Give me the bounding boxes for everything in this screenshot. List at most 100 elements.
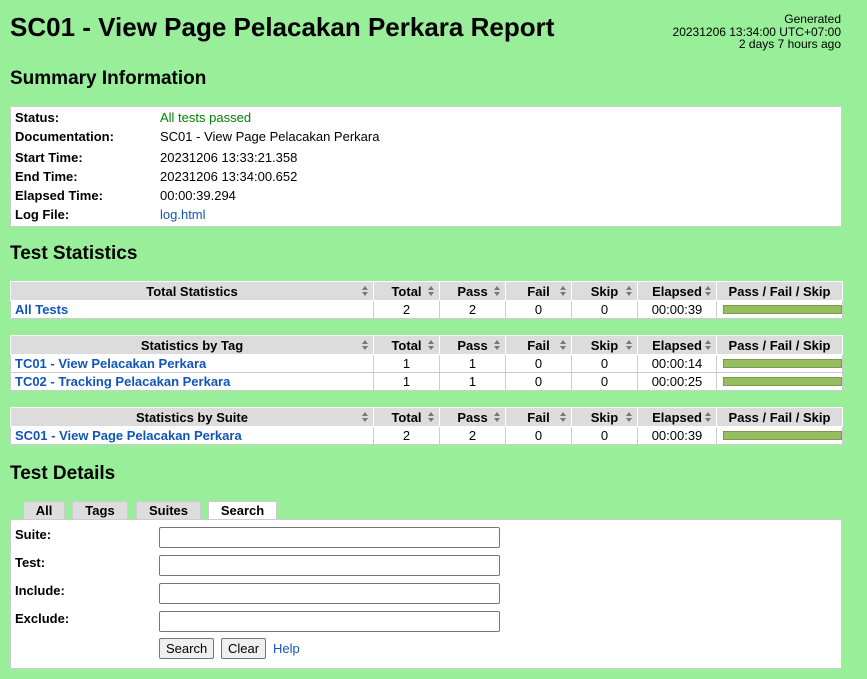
- stat-total: 1: [373, 372, 440, 391]
- stat-fail: 0: [505, 354, 572, 373]
- sort-icon: [494, 286, 501, 296]
- details-heading: Test Details: [10, 463, 116, 484]
- table-header-row: Statistics by Suite Total Pass Fail Skip…: [10, 407, 843, 427]
- table-row: All Tests 2 2 0 0 00:00:39: [10, 300, 843, 319]
- stat-name-link[interactable]: SC01 - View Page Pelacakan Perkara: [15, 428, 242, 443]
- stat-graph-cell: [716, 372, 843, 391]
- stat-total: 2: [373, 426, 440, 445]
- pass-bar: [723, 377, 842, 386]
- sort-icon: [494, 412, 501, 422]
- stat-total: 2: [373, 300, 440, 319]
- stat-elapsed: 00:00:14: [637, 354, 717, 373]
- stat-pass: 2: [439, 300, 506, 319]
- sort-icon: [705, 286, 712, 296]
- log-file-link[interactable]: log.html: [160, 205, 206, 224]
- column-total[interactable]: Total: [373, 281, 440, 301]
- start-time-value: 20231206 13:33:21.358: [160, 150, 298, 165]
- sort-icon: [428, 286, 435, 296]
- test-input[interactable]: [159, 555, 500, 576]
- total-statistics-header[interactable]: Total Statistics: [10, 281, 374, 301]
- tab-suites[interactable]: Suites: [136, 501, 201, 519]
- stat-graph-cell: [716, 300, 843, 319]
- sort-icon: [626, 340, 633, 350]
- stat-elapsed: 00:00:39: [637, 426, 717, 445]
- tab-tags[interactable]: Tags: [72, 501, 128, 519]
- generated-label: Generated: [784, 12, 841, 26]
- statistics-heading: Test Statistics: [10, 243, 138, 264]
- summary-row-end-time: End Time: 20231206 13:34:00.652: [15, 167, 835, 186]
- sort-icon: [705, 340, 712, 350]
- stat-name-link[interactable]: TC02 - Tracking Pelacakan Perkara: [15, 374, 230, 389]
- end-time-value: 20231206 13:34:00.652: [160, 169, 298, 184]
- sort-icon: [560, 412, 567, 422]
- suite-label: Suite:: [15, 527, 52, 542]
- table-header-row: Statistics by Tag Total Pass Fail Skip E…: [10, 335, 843, 355]
- column-elapsed[interactable]: Elapsed: [637, 407, 717, 427]
- stat-skip: 0: [571, 372, 638, 391]
- column-elapsed[interactable]: Elapsed: [637, 335, 717, 355]
- stat-graph-cell: [716, 354, 843, 373]
- stat-name-link[interactable]: All Tests: [15, 302, 68, 317]
- tab-all[interactable]: All: [23, 501, 65, 519]
- stat-name-link[interactable]: TC01 - View Pelacakan Perkara: [15, 356, 206, 371]
- documentation-label: Documentation:: [15, 129, 114, 144]
- table-row: TC01 - View Pelacakan Perkara 1 1 0 0 00…: [10, 354, 843, 373]
- table-row: TC02 - Tracking Pelacakan Perkara 1 1 0 …: [10, 372, 843, 391]
- column-skip[interactable]: Skip: [571, 335, 638, 355]
- tag-statistics-header[interactable]: Statistics by Tag: [10, 335, 374, 355]
- stat-skip: 0: [571, 354, 638, 373]
- tab-search[interactable]: Search: [208, 501, 277, 520]
- pass-bar: [723, 359, 842, 368]
- summary-row-documentation: Documentation: SC01 - View Page Pelacaka…: [15, 127, 835, 146]
- column-skip[interactable]: Skip: [571, 407, 638, 427]
- sort-icon: [494, 340, 501, 350]
- column-pass[interactable]: Pass: [439, 407, 506, 427]
- sort-icon: [626, 286, 633, 296]
- column-fail[interactable]: Fail: [505, 281, 572, 301]
- summary-box: Status: All tests passed Documentation: …: [10, 106, 842, 227]
- log-file-label: Log File:: [15, 207, 70, 222]
- sort-icon: [428, 412, 435, 422]
- include-label: Include:: [15, 583, 65, 598]
- exclude-label: Exclude:: [15, 611, 70, 626]
- column-fail[interactable]: Fail: [505, 407, 572, 427]
- test-label: Test:: [15, 555, 46, 570]
- column-total[interactable]: Total: [373, 335, 440, 355]
- stat-skip: 0: [571, 426, 638, 445]
- stat-pass: 2: [439, 426, 506, 445]
- sort-icon: [560, 286, 567, 296]
- clear-button[interactable]: Clear: [221, 638, 267, 659]
- search-button[interactable]: Search: [159, 638, 215, 659]
- column-pass[interactable]: Pass: [439, 335, 506, 355]
- stat-pass: 1: [439, 372, 506, 391]
- column-elapsed[interactable]: Elapsed: [637, 281, 717, 301]
- suite-input[interactable]: [159, 527, 500, 548]
- column-graph: Pass / Fail / Skip: [716, 281, 843, 301]
- status-label: Status:: [15, 110, 60, 125]
- summary-row-status: Status: All tests passed: [15, 108, 835, 127]
- suite-statistics-header[interactable]: Statistics by Suite: [10, 407, 374, 427]
- search-panel: Suite: Test: Include: Exclude: Search Cl…: [10, 519, 842, 669]
- stat-fail: 0: [505, 372, 572, 391]
- sort-icon: [428, 340, 435, 350]
- generated-ago: 2 days 7 hours ago: [738, 37, 841, 51]
- stat-elapsed: 00:00:25: [637, 372, 717, 391]
- stat-graph-cell: [716, 426, 843, 445]
- column-fail[interactable]: Fail: [505, 335, 572, 355]
- help-link[interactable]: Help: [273, 641, 300, 656]
- start-time-label: Start Time:: [15, 150, 83, 165]
- tag-statistics-table: Statistics by Tag Total Pass Fail Skip E…: [10, 335, 843, 391]
- include-input[interactable]: [159, 583, 500, 604]
- pass-bar: [723, 305, 842, 314]
- sort-icon: [362, 286, 369, 296]
- table-header-row: Total Statistics Total Pass Fail Skip El…: [10, 281, 843, 301]
- sort-icon: [362, 340, 369, 350]
- stat-elapsed: 00:00:39: [637, 300, 717, 319]
- column-pass[interactable]: Pass: [439, 281, 506, 301]
- suite-statistics-table: Statistics by Suite Total Pass Fail Skip…: [10, 407, 843, 445]
- column-total[interactable]: Total: [373, 407, 440, 427]
- column-skip[interactable]: Skip: [571, 281, 638, 301]
- column-graph: Pass / Fail / Skip: [716, 407, 843, 427]
- end-time-label: End Time:: [15, 169, 78, 184]
- exclude-input[interactable]: [159, 611, 500, 632]
